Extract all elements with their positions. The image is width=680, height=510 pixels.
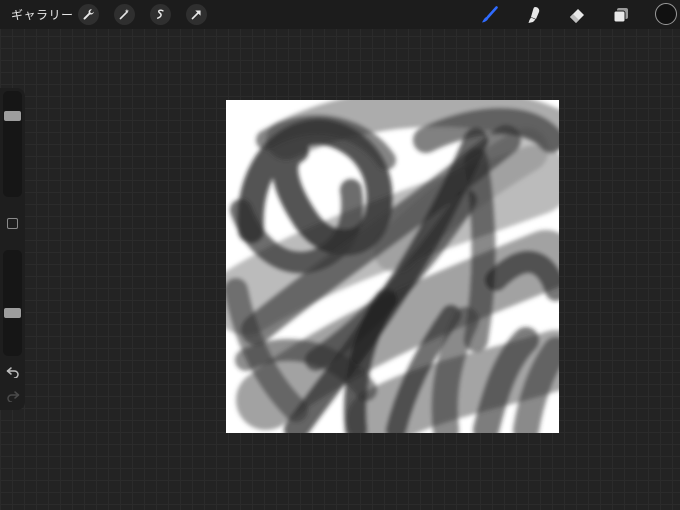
selection-button[interactable] bbox=[150, 4, 171, 25]
brush-size-slider[interactable] bbox=[3, 91, 22, 197]
brush-size-slider-thumb[interactable] bbox=[4, 111, 21, 121]
drawing-canvas[interactable] bbox=[226, 100, 559, 433]
left-sidebar bbox=[0, 88, 25, 410]
brush-icon bbox=[481, 5, 498, 22]
smudge-icon bbox=[528, 6, 539, 23]
selection-icon bbox=[156, 9, 164, 19]
redo-icon[interactable] bbox=[6, 390, 20, 402]
actions-button[interactable] bbox=[78, 4, 99, 25]
eraser-button[interactable] bbox=[565, 3, 588, 26]
adjustments-button[interactable] bbox=[114, 4, 135, 25]
layers-icon bbox=[613, 7, 628, 22]
opacity-slider[interactable] bbox=[3, 250, 22, 356]
eraser-icon bbox=[569, 8, 584, 23]
transform-arrow-icon bbox=[191, 10, 201, 20]
smudge-button[interactable] bbox=[522, 3, 545, 26]
gallery-button[interactable]: ギャラリー bbox=[11, 6, 74, 23]
layers-button[interactable] bbox=[609, 3, 632, 26]
modify-square-icon[interactable] bbox=[7, 218, 18, 229]
magic-wand-icon bbox=[119, 8, 129, 20]
undo-icon[interactable] bbox=[6, 366, 20, 378]
brush-strokes bbox=[226, 100, 559, 433]
wrench-icon bbox=[83, 9, 94, 20]
opacity-slider-thumb[interactable] bbox=[4, 308, 21, 318]
color-picker-button[interactable] bbox=[655, 3, 677, 25]
top-toolbar: ギャラリー bbox=[0, 0, 680, 29]
brush-button[interactable] bbox=[477, 3, 500, 26]
transform-button[interactable] bbox=[186, 4, 207, 25]
